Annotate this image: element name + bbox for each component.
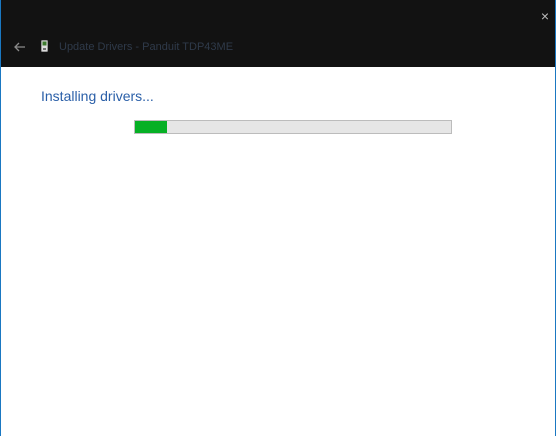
close-icon: × (540, 8, 550, 24)
close-button[interactable]: × (539, 8, 551, 24)
update-drivers-window: × Update Drivers - Panduit TDP43ME Insta… (0, 0, 556, 436)
progress-fill (135, 121, 167, 133)
progress-bar (134, 120, 452, 134)
device-icon (41, 40, 48, 52)
page-heading: Installing drivers... (41, 88, 154, 104)
title-bar: × Update Drivers - Panduit TDP43ME (1, 0, 555, 67)
back-button[interactable] (13, 40, 27, 54)
window-title: Update Drivers - Panduit TDP43ME (59, 41, 234, 53)
back-arrow-icon (14, 42, 25, 52)
